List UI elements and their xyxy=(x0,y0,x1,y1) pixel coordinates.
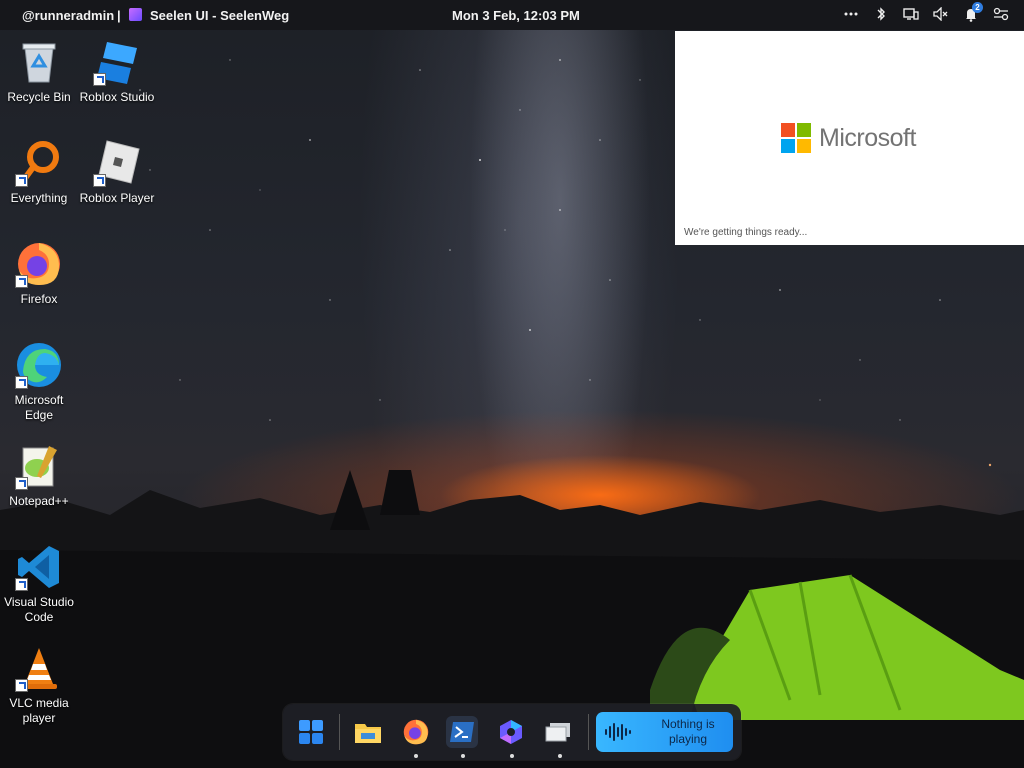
topbar-separator: | xyxy=(117,8,121,23)
dock-copilot[interactable] xyxy=(495,716,527,748)
user-name[interactable]: @runneradmin xyxy=(22,8,114,23)
seelenweg-dock: Nothing is playing xyxy=(283,704,741,760)
dock-powershell[interactable] xyxy=(446,716,478,748)
desktop-icon-edge[interactable]: Microsoft Edge xyxy=(1,341,77,423)
system-tray: 2 xyxy=(842,2,1010,23)
display-icon[interactable] xyxy=(902,5,920,23)
shortcut-arrow-icon xyxy=(15,578,28,591)
desktop-icon-label: Roblox Player xyxy=(79,191,155,205)
settings-toggle-icon[interactable] xyxy=(992,5,1010,23)
dock-divider xyxy=(339,714,340,750)
desktop-icon-label: Everything xyxy=(10,191,68,205)
desktop-icon-label: Firefox xyxy=(20,292,58,306)
media-status-text: Nothing is playing xyxy=(661,717,715,746)
shortcut-arrow-icon xyxy=(93,73,106,86)
vscode-icon xyxy=(15,543,63,591)
audio-waveform-icon xyxy=(605,723,631,741)
shortcut-arrow-icon xyxy=(15,376,28,389)
roblox-player-icon xyxy=(93,139,141,187)
shortcut-arrow-icon xyxy=(15,679,28,692)
desktop-icon-label: VLC media player xyxy=(9,696,69,725)
firefox-icon xyxy=(15,240,63,288)
desktop-icon-roblox-studio[interactable]: Roblox Studio xyxy=(79,38,155,105)
volume-muted-icon[interactable] xyxy=(932,5,950,23)
microsoft-logo: Microsoft xyxy=(781,123,916,153)
desktop-icon-vscode[interactable]: Visual Studio Code xyxy=(1,543,77,625)
dock-firefox[interactable] xyxy=(400,716,432,748)
logo-square xyxy=(781,123,795,137)
recycle-bin-icon xyxy=(15,38,63,86)
running-indicator xyxy=(510,754,514,758)
desktop-icon-everything[interactable]: Everything xyxy=(1,139,77,206)
desktop-icon-label: Roblox Studio xyxy=(79,90,155,104)
microsoft-logo-icon xyxy=(781,123,811,153)
date-time-clock[interactable]: Mon 3 Feb, 12:03 PM xyxy=(452,8,580,23)
file-explorer-icon xyxy=(355,724,381,743)
shortcut-arrow-icon xyxy=(15,477,28,490)
notepad-plus-plus-icon xyxy=(15,442,63,490)
media-player-widget[interactable]: Nothing is playing xyxy=(596,712,733,752)
start-menu-button[interactable] xyxy=(295,716,327,748)
desktop-icon-firefox[interactable]: Firefox xyxy=(1,240,77,307)
desktop-icon-recycle-bin[interactable]: Recycle Bin xyxy=(1,38,77,105)
everything-search-icon xyxy=(15,139,63,187)
desktop-icon-roblox-player[interactable]: Roblox Player xyxy=(79,139,155,206)
notification-count-badge: 2 xyxy=(972,2,983,13)
desktop-icon-label: Visual Studio Code xyxy=(4,595,74,624)
microsoft-wordmark: Microsoft xyxy=(819,123,916,152)
logo-square xyxy=(797,123,811,137)
start-menu-icon xyxy=(299,720,323,744)
more-icon[interactable] xyxy=(842,5,860,23)
dock-divider xyxy=(588,714,589,750)
copilot-icon xyxy=(500,720,522,744)
roblox-studio-icon xyxy=(93,38,141,86)
shortcut-arrow-icon xyxy=(15,275,28,288)
running-indicator xyxy=(414,754,418,758)
desktop-icon-notepad-plus-plus[interactable]: Notepad++ xyxy=(1,442,77,509)
running-indicator xyxy=(461,754,465,758)
edge-icon xyxy=(15,341,63,389)
bluetooth-icon[interactable] xyxy=(872,5,890,23)
notifications-icon[interactable]: 2 xyxy=(962,2,983,23)
dock-file-explorer[interactable] xyxy=(352,716,384,748)
seelen-app-icon xyxy=(129,8,142,21)
logo-square xyxy=(797,139,811,153)
microsoft-setup-window[interactable]: Microsoft We're getting things ready... xyxy=(675,31,1024,245)
setup-status-text: We're getting things ready... xyxy=(684,227,808,238)
shortcut-arrow-icon xyxy=(93,174,106,187)
app-icon xyxy=(545,723,570,742)
desktop-icon-label: Recycle Bin xyxy=(7,90,71,104)
vlc-icon xyxy=(15,644,63,692)
dock-app[interactable] xyxy=(542,716,574,748)
shortcut-arrow-icon xyxy=(15,174,28,187)
logo-square xyxy=(781,139,795,153)
desktop-icon-label: Microsoft Edge xyxy=(14,393,64,422)
top-status-bar: @runneradmin | Seelen UI - SeelenWeg Mon… xyxy=(0,0,1024,30)
powershell-icon xyxy=(450,722,474,742)
active-window-title[interactable]: Seelen UI - SeelenWeg xyxy=(150,8,289,23)
desktop-icon-vlc[interactable]: VLC media player xyxy=(1,644,77,726)
desktop-icon-label: Notepad++ xyxy=(9,494,69,508)
firefox-icon xyxy=(403,719,429,745)
running-indicator xyxy=(558,754,562,758)
